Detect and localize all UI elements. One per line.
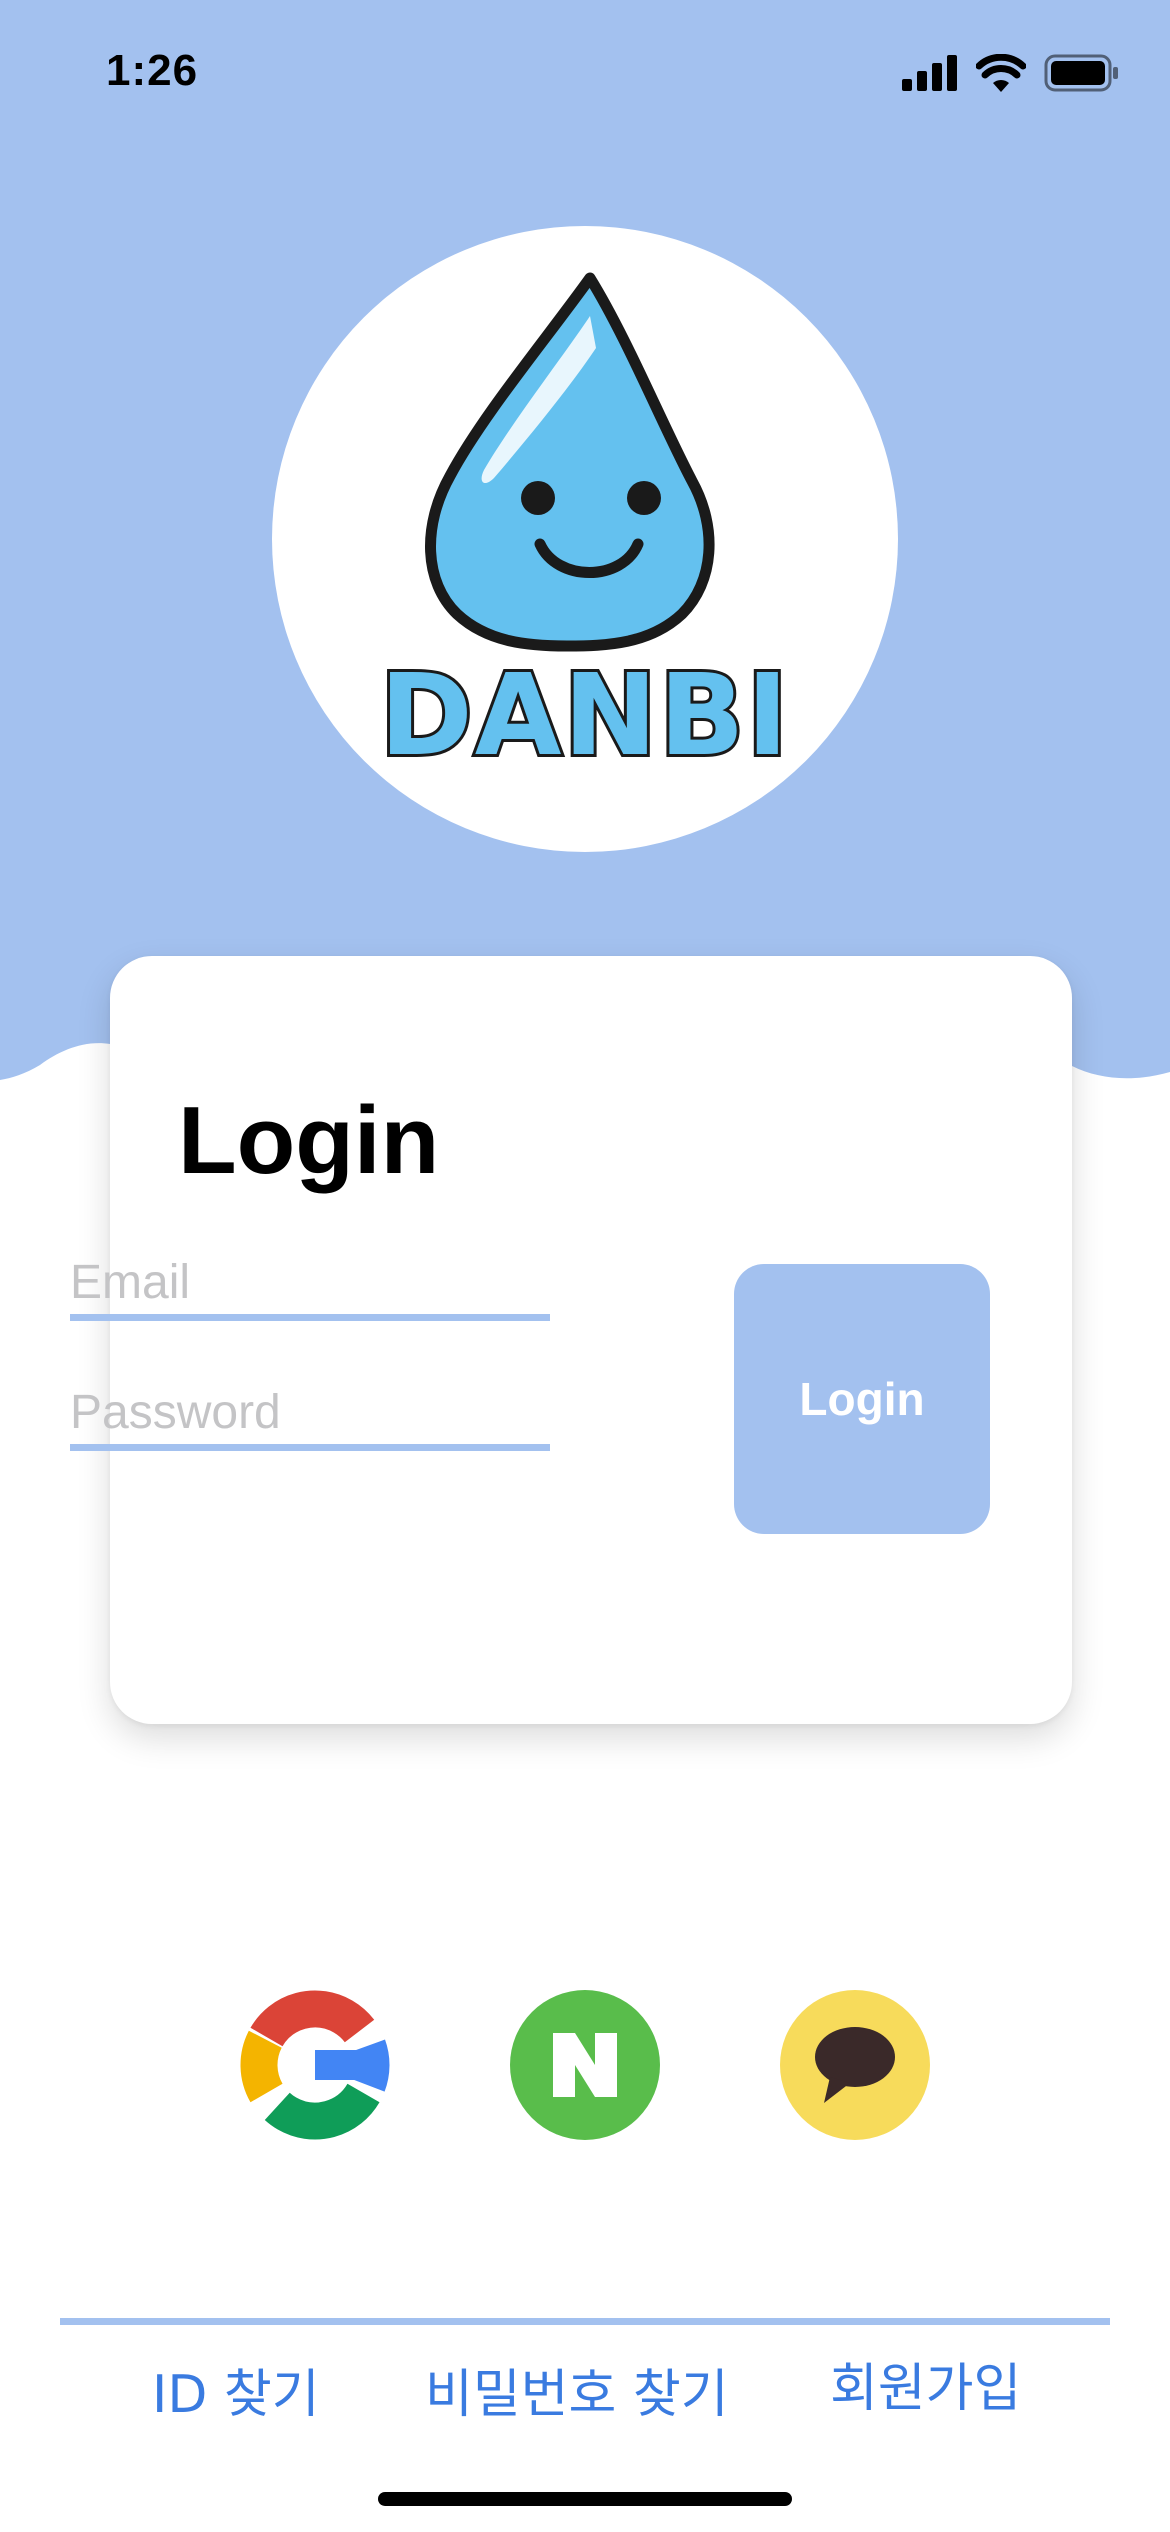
login-title: Login (178, 1087, 440, 1194)
email-field[interactable] (70, 1250, 550, 1321)
logo-text: DANBI (380, 651, 790, 781)
danbi-water-drop-logo: DANBI (377, 272, 791, 784)
naver-login-button[interactable] (510, 1990, 660, 2140)
google-login-button[interactable] (240, 1990, 390, 2140)
status-bar-icons (902, 54, 1120, 92)
wifi-icon (976, 54, 1026, 92)
kakao-login-button[interactable] (780, 1990, 930, 2140)
login-button[interactable]: Login (734, 1264, 990, 1534)
home-indicator[interactable] (378, 2492, 792, 2506)
login-card: Login Login (110, 956, 1072, 1724)
battery-icon (1044, 54, 1118, 92)
status-bar-time: 1:26 (106, 46, 199, 95)
naver-icon (553, 2033, 617, 2097)
find-id-link[interactable]: ID 찾기 (152, 2352, 320, 2427)
google-icon (240, 1990, 390, 2140)
cellular-signal-icon (902, 55, 957, 91)
bottom-divider (60, 2318, 1110, 2325)
logo-circle: DANBI (272, 226, 898, 852)
password-field[interactable] (70, 1380, 550, 1451)
signup-link[interactable]: 회원가입 (830, 2346, 1021, 2421)
find-password-link[interactable]: 비밀번호 찾기 (425, 2352, 729, 2427)
kakao-talk-icon (815, 2027, 895, 2103)
